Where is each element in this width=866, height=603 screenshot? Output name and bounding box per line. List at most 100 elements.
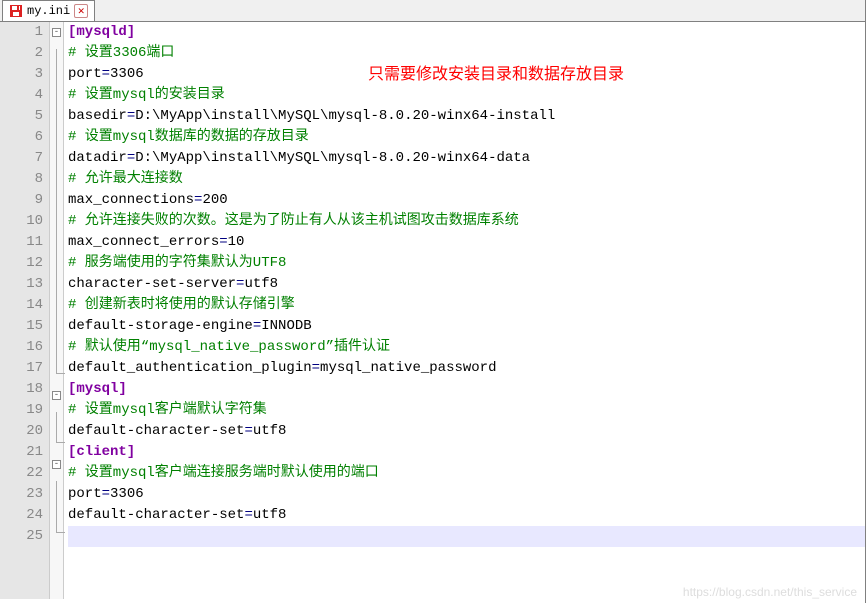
equals-sign: = xyxy=(127,108,135,124)
ini-value: utf8 xyxy=(253,507,287,523)
fold-marker[interactable]: - xyxy=(50,391,63,412)
fold-toggle-icon[interactable]: - xyxy=(52,460,61,469)
line-number: 8 xyxy=(0,169,43,190)
code-line[interactable]: datadir=D:\MyApp\install\MySQL\mysql-8.0… xyxy=(68,148,865,169)
line-number: 10 xyxy=(0,211,43,232)
fold-guide xyxy=(50,343,63,364)
fold-guide xyxy=(50,238,63,259)
equals-sign: = xyxy=(102,486,110,502)
code-line[interactable]: [mysql] xyxy=(68,379,865,400)
ini-comment: # 设置mysql数据库的数据的存放目录 xyxy=(68,129,309,145)
fold-guide xyxy=(50,91,63,112)
ini-key: character-set-server xyxy=(68,276,236,292)
code-line[interactable]: # 服务端使用的字符集默认为UTF8 xyxy=(68,253,865,274)
code-line[interactable]: default-character-set=utf8 xyxy=(68,421,865,442)
save-icon xyxy=(9,4,23,18)
fold-toggle-icon[interactable]: - xyxy=(52,391,61,400)
code-area[interactable]: [mysqld]# 设置3306端口port=3306只需要修改安装目录和数据存… xyxy=(64,22,865,599)
ini-value: 3306 xyxy=(110,486,144,502)
equals-sign: = xyxy=(244,507,252,523)
line-number: 23 xyxy=(0,484,43,505)
fold-guide xyxy=(50,259,63,280)
line-number: 19 xyxy=(0,400,43,421)
line-number: 14 xyxy=(0,295,43,316)
code-line[interactable]: port=3306 只需要修改安装目录和数据存放目录 xyxy=(68,64,865,85)
fold-marker[interactable]: - xyxy=(50,460,63,481)
overlay-annotation: 只需要修改安装目录和数据存放目录 xyxy=(368,64,624,85)
close-icon[interactable]: ✕ xyxy=(74,4,88,18)
fold-column[interactable]: - - - xyxy=(50,22,64,599)
ini-value: utf8 xyxy=(253,423,287,439)
code-line[interactable]: default_authentication_plugin=mysql_nati… xyxy=(68,358,865,379)
code-line[interactable]: [client] xyxy=(68,442,865,463)
fold-guide xyxy=(50,322,63,343)
ini-comment: # 允许连接失败的次数。这是为了防止有人从该主机试图攻击数据库系统 xyxy=(68,213,519,229)
line-number: 16 xyxy=(0,337,43,358)
ini-key: default-character-set xyxy=(68,423,244,439)
ini-value: 10 xyxy=(228,234,245,250)
fold-marker[interactable]: - xyxy=(50,28,63,49)
ini-comment: # 设置3306端口 xyxy=(68,45,174,61)
line-number-gutter: 1234567891011121314151617181920212223242… xyxy=(0,22,50,599)
fold-guide xyxy=(50,217,63,238)
code-line[interactable] xyxy=(68,526,865,547)
fold-guide xyxy=(50,112,63,133)
line-number: 12 xyxy=(0,253,43,274)
ini-key: port xyxy=(68,486,102,502)
line-number: 13 xyxy=(0,274,43,295)
fold-toggle-icon[interactable]: - xyxy=(52,28,61,37)
code-line[interactable]: # 设置3306端口 xyxy=(68,43,865,64)
ini-comment: # 设置mysql客户端默认字符集 xyxy=(68,402,267,418)
code-line[interactable]: # 允许最大连接数 xyxy=(68,169,865,190)
code-line[interactable]: # 创建新表时将使用的默认存储引擎 xyxy=(68,295,865,316)
ini-comment: # 服务端使用的字符集默认为UTF8 xyxy=(68,255,286,271)
code-line[interactable]: # 允许连接失败的次数。这是为了防止有人从该主机试图攻击数据库系统 xyxy=(68,211,865,232)
equals-sign: = xyxy=(219,234,227,250)
ini-value: 200 xyxy=(202,192,227,208)
line-number: 15 xyxy=(0,316,43,337)
code-line[interactable]: # 设置mysql数据库的数据的存放目录 xyxy=(68,127,865,148)
code-line[interactable]: # 设置mysql客户端默认字符集 xyxy=(68,400,865,421)
code-line[interactable]: basedir=D:\MyApp\install\MySQL\mysql-8.0… xyxy=(68,106,865,127)
code-line[interactable]: [mysqld] xyxy=(68,22,865,43)
code-line[interactable]: port=3306 xyxy=(68,484,865,505)
ini-comment: # 默认使用“mysql_native_password”插件认证 xyxy=(68,339,390,355)
line-number: 24 xyxy=(0,505,43,526)
fold-guide xyxy=(50,133,63,154)
ini-section: [mysqld] xyxy=(68,24,135,40)
code-line[interactable]: # 设置mysql的安装目录 xyxy=(68,85,865,106)
line-number: 7 xyxy=(0,148,43,169)
code-line[interactable]: default-storage-engine=INNODB xyxy=(68,316,865,337)
ini-value: D:\MyApp\install\MySQL\mysql-8.0.20-winx… xyxy=(135,150,530,166)
ini-key: port xyxy=(68,66,102,82)
line-number: 1 xyxy=(0,22,43,43)
code-line[interactable]: default-character-set=utf8 xyxy=(68,505,865,526)
equals-sign: = xyxy=(102,66,110,82)
fold-guide xyxy=(50,412,63,433)
code-line[interactable]: # 设置mysql客户端连接服务端时默认使用的端口 xyxy=(68,463,865,484)
file-tab[interactable]: my.ini ✕ xyxy=(2,0,95,21)
line-number: 4 xyxy=(0,85,43,106)
fold-guide xyxy=(50,175,63,196)
tab-bar: my.ini ✕ xyxy=(0,0,865,22)
fold-guide xyxy=(50,301,63,322)
line-number: 3 xyxy=(0,64,43,85)
ini-value: 3306 xyxy=(110,66,144,82)
ini-value: utf8 xyxy=(244,276,278,292)
ini-comment: # 设置mysql客户端连接服务端时默认使用的端口 xyxy=(68,465,379,481)
code-line[interactable]: character-set-server=utf8 xyxy=(68,274,865,295)
fold-guide xyxy=(50,280,63,301)
code-line[interactable]: max_connections=200 xyxy=(68,190,865,211)
line-number: 18 xyxy=(0,379,43,400)
ini-section: [mysql] xyxy=(68,381,127,397)
line-number: 9 xyxy=(0,190,43,211)
fold-guide xyxy=(50,481,63,502)
code-line[interactable]: # 默认使用“mysql_native_password”插件认证 xyxy=(68,337,865,358)
code-line[interactable]: max_connect_errors=10 xyxy=(68,232,865,253)
line-number: 2 xyxy=(0,43,43,64)
ini-key: default-storage-engine xyxy=(68,318,253,334)
ini-key: max_connect_errors xyxy=(68,234,219,250)
line-number: 22 xyxy=(0,463,43,484)
line-number: 17 xyxy=(0,358,43,379)
equals-sign: = xyxy=(312,360,320,376)
